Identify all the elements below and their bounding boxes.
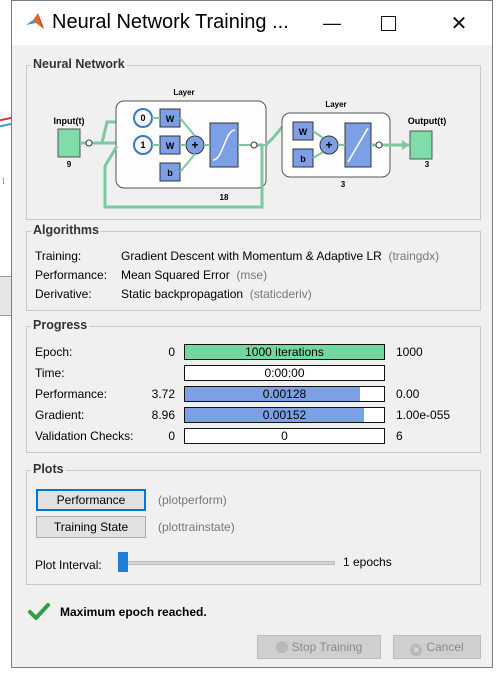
plots-title: Plots (31, 462, 66, 476)
input-size: 9 (67, 160, 72, 169)
plot-interval-slider-thumb[interactable] (118, 552, 128, 572)
training-label: Training: (35, 249, 82, 263)
progress-bar: 1000 iterations (184, 344, 385, 360)
plot-interval-value: 1 epochs (343, 555, 392, 569)
status-message: Maximum epoch reached. (60, 605, 207, 619)
input-branch-top (100, 120, 117, 144)
algorithms-title: Algorithms (31, 223, 101, 237)
performance-plot-code: (plotperform) (158, 493, 227, 507)
training-window: Neural Network Training ... — ✕ Neural N… (11, 0, 493, 668)
training-state-plot-button[interactable]: Training State (36, 516, 146, 538)
neural-network-panel: Neural Network Input(t) 9 Layer 0 1 W W … (26, 57, 481, 220)
plot-interval-label: Plot Interval: (35, 558, 102, 572)
minimize-button[interactable]: — (312, 9, 352, 37)
cancel-button[interactable]: ✕ Cancel (393, 635, 481, 659)
derivative-value: Static backpropagation (staticderiv) (121, 287, 312, 301)
training-value: Gradient Descent with Momentum & Adaptiv… (121, 249, 440, 263)
progress-start-value: 0 (168, 429, 175, 443)
output-layer-label: Layer (325, 100, 346, 109)
delay-0-label: 0 (140, 113, 145, 123)
output-arrow-icon (402, 140, 409, 150)
output-junction (375, 141, 383, 149)
output-label: Output(t) (408, 116, 446, 126)
input-node (57, 128, 81, 158)
progress-end-value: 0.00 (396, 387, 420, 401)
cancel-label: Cancel (426, 640, 464, 654)
input-junction (85, 139, 93, 147)
delay-1-label: 1 (140, 140, 145, 150)
output-bias-label: b (300, 154, 306, 164)
algorithms-panel: Algorithms Training: Gradient Descent wi… (26, 223, 481, 311)
performance-label: Performance: (35, 268, 108, 282)
progress-bar-text: 0.00128 (262, 387, 307, 401)
matlab-logo-icon (26, 13, 44, 29)
progress-label: Performance: (35, 387, 108, 401)
performance-value: Mean Squared Error (mse) (121, 268, 268, 282)
background-dots: ⁝ (2, 176, 5, 186)
derivative-label: Derivative: (35, 287, 92, 301)
output-sum-icon: + (325, 138, 332, 152)
progress-start-value: 3.72 (151, 387, 175, 401)
progress-label: Validation Checks: (35, 429, 134, 443)
stop-icon (275, 641, 288, 653)
stop-training-label: Stop Training (291, 640, 363, 654)
stop-training-button[interactable]: Stop Training (257, 635, 381, 659)
progress-start-value: 0 (168, 345, 175, 359)
close-button[interactable]: ✕ (439, 9, 479, 37)
hidden-bias-label: b (167, 168, 173, 178)
hidden-sum-icon: + (191, 138, 198, 152)
progress-bar-text: 1000 iterations (245, 345, 324, 359)
progress-bar-text: 0:00:00 (264, 366, 305, 380)
progress-label: Gradient: (35, 408, 85, 422)
output-layer-size: 3 (341, 180, 346, 189)
hidden-size: 18 (220, 193, 229, 202)
hidden-to-output-connector (264, 125, 285, 147)
window-title: Neural Network Training ... (52, 11, 289, 33)
checkmark-icon (28, 603, 50, 620)
minimize-icon: — (323, 12, 341, 33)
input-label: Input(t) (54, 116, 85, 126)
progress-label: Epoch: (35, 345, 73, 359)
progress-bar-text: 0 (281, 429, 288, 443)
training-code: (traingdx) (388, 249, 440, 263)
progress-title: Progress (31, 318, 90, 332)
progress-end-value: 1.00e-055 (396, 408, 451, 422)
hidden-junction (250, 141, 258, 149)
progress-bar: 0.00152 (184, 407, 385, 423)
hidden-weight-0-label: W (166, 114, 175, 124)
maximize-icon (380, 15, 396, 31)
output-node (409, 130, 433, 160)
progress-end-value: 1000 (396, 345, 423, 359)
progress-bar: 0.00128 (184, 386, 385, 402)
network-diagram: Input(t) 9 Layer 0 1 W W b + 18 Layer W … (54, 88, 446, 209)
progress-bar: 0 (184, 428, 385, 444)
output-weight-label: W (299, 127, 308, 137)
plots-panel: Plots Performance (plotperform) Training… (26, 462, 481, 585)
training-state-plot-code: (plottrainstate) (158, 520, 235, 534)
hidden-weight-1-label: W (166, 141, 175, 151)
progress-label: Time: (35, 366, 65, 380)
progress-end-value: 6 (396, 429, 403, 443)
close-icon: ✕ (450, 12, 468, 35)
progress-bar-text: 0.00152 (262, 408, 307, 422)
progress-panel: Progress Epoch: 0 1000 iterations 1000 Time:… (26, 318, 481, 453)
title-bar[interactable]: Neural Network Training ... — ✕ (12, 1, 492, 45)
output-size: 3 (425, 160, 430, 169)
performance-code: (mse) (236, 268, 268, 282)
plot-interval-slider[interactable] (118, 561, 335, 565)
progress-start-value: 8.96 (151, 408, 175, 422)
performance-plot-button[interactable]: Performance (36, 489, 146, 511)
maximize-button[interactable] (368, 9, 408, 37)
hidden-layer-label: Layer (173, 88, 194, 97)
progress-bar: 0:00:00 (184, 365, 385, 381)
cancel-icon: ✕ (410, 644, 423, 656)
derivative-code: (staticderiv) (249, 287, 312, 301)
